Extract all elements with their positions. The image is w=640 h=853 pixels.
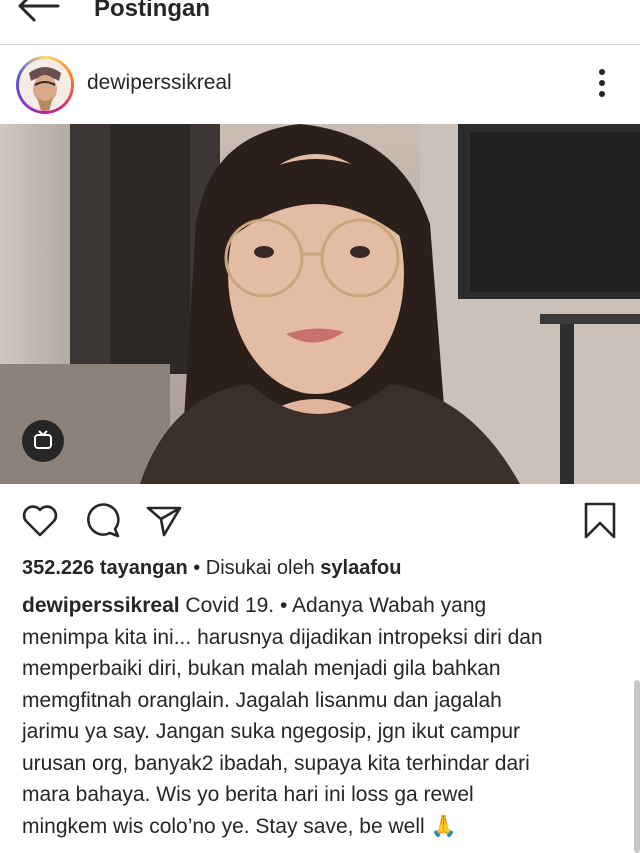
caption-line: dewiperssikreal Covid 19. • Adanya Wabah… — [22, 590, 622, 622]
caption-line: mingkem wis colo’no ye. Stay save, be we… — [22, 814, 457, 838]
bookmark-icon[interactable] — [580, 500, 620, 540]
post-username[interactable]: dewiperssikreal — [87, 71, 232, 95]
caption-line: urusan org, banyak2 ibadah, supaya kita … — [22, 751, 530, 775]
post-header: dewiperssikreal — [0, 46, 640, 124]
post-actions — [0, 494, 640, 548]
liked-by-label: • Disukai oleh — [193, 557, 315, 579]
caption-line: mara bahaya. Wis yo berita hari ini loss… — [22, 783, 474, 806]
send-icon[interactable] — [144, 500, 184, 540]
post-video[interactable] — [0, 124, 640, 484]
top-bar: Postingan — [0, 0, 640, 45]
caption-line: menimpa kita ini... harusnya dijadikan i… — [22, 625, 543, 649]
caption-username[interactable]: dewiperssikreal — [22, 594, 180, 617]
views-count[interactable]: 352.226 tayangan — [22, 557, 188, 579]
caption-line: memperbaiki diri, bukan malah menjadi gi… — [22, 657, 501, 680]
caption-line: memgfitnah oranglain. Jagalah lisanmu da… — [22, 688, 502, 712]
page-title: Postingan — [94, 0, 211, 22]
post-stats: 352.226 tayangan • Disukai oleh sylaafou — [22, 557, 401, 580]
post-caption: dewiperssikreal Covid 19. • Adanya Wabah… — [22, 590, 622, 842]
comment-icon[interactable] — [82, 500, 122, 540]
igtv-icon — [34, 430, 52, 449]
caption-text: Covid 19. • Adanya Wabah yang — [179, 594, 487, 617]
caption-line: jarimu ya say. Jangan suka ngegosip, jgn… — [22, 720, 521, 743]
avatar-image — [19, 59, 71, 111]
scrollbar[interactable] — [634, 680, 640, 853]
avatar[interactable] — [16, 56, 74, 114]
more-options-icon[interactable] — [590, 68, 614, 98]
back-arrow-icon[interactable] — [14, 0, 62, 26]
heart-icon[interactable] — [20, 500, 60, 540]
video-frame — [0, 124, 640, 484]
liked-by-user[interactable]: sylaafou — [320, 557, 401, 579]
igtv-badge — [22, 420, 64, 462]
